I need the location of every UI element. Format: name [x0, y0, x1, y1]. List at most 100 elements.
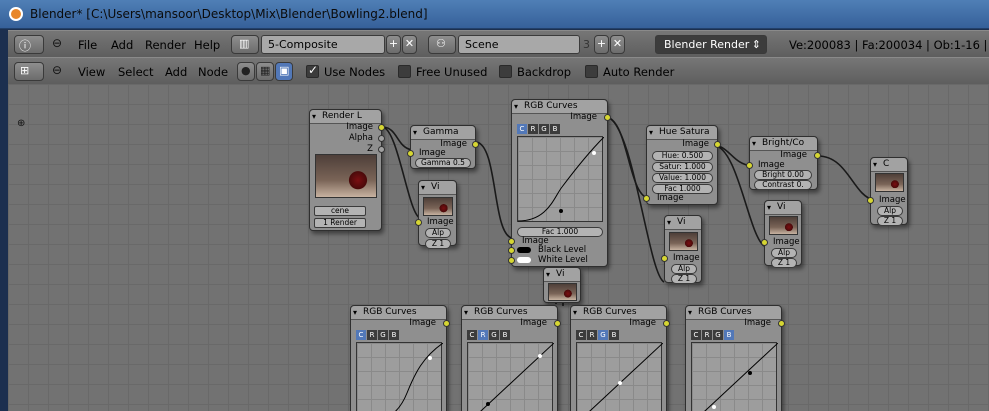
input-socket[interactable]: [508, 238, 515, 245]
render-engine-select[interactable]: Blender Render ⇕: [655, 35, 767, 54]
curve-channel-tabs[interactable]: CRGB: [691, 330, 735, 340]
menu-render[interactable]: Render: [145, 38, 186, 52]
tab-red[interactable]: R: [367, 330, 377, 340]
input-socket[interactable]: [643, 195, 650, 202]
alpha-field[interactable]: Alp: [671, 264, 697, 274]
input-socket[interactable]: [761, 239, 768, 246]
tab-red[interactable]: R: [478, 330, 488, 340]
input-socket[interactable]: [746, 162, 753, 169]
saturation-field[interactable]: Satur: 1.000: [652, 162, 713, 172]
hue-saturation-node[interactable]: Hue Satura Image Hue: 0.500 Satur: 1.000…: [643, 125, 721, 205]
render-layer-selector[interactable]: 1 Render: [314, 218, 366, 228]
menu-add[interactable]: Add: [111, 38, 133, 52]
tab-green[interactable]: G: [489, 330, 499, 340]
menu-help[interactable]: Help: [194, 38, 220, 52]
auto-render-checkbox[interactable]: [585, 65, 598, 78]
black-level-swatch[interactable]: [517, 247, 531, 253]
output-socket[interactable]: [378, 146, 385, 153]
tab-blue[interactable]: B: [389, 330, 399, 340]
curve-channel-tabs[interactable]: CRGB: [356, 330, 400, 340]
value-field[interactable]: Value: 1.000: [652, 173, 713, 183]
z-field[interactable]: Z 1: [671, 274, 697, 284]
tab-red[interactable]: R: [528, 124, 538, 134]
rgb-curves-node[interactable]: RGB Curves Image CRGB: [570, 305, 670, 411]
output-socket[interactable]: [604, 114, 611, 121]
free-unused-checkbox[interactable]: [398, 65, 411, 78]
collapse-menu-icon[interactable]: ⊖: [52, 36, 62, 50]
tab-green[interactable]: G: [539, 124, 549, 134]
alpha-field[interactable]: Alp: [425, 228, 451, 238]
input-socket[interactable]: [661, 255, 668, 262]
tab-combined[interactable]: C: [467, 330, 477, 340]
output-socket[interactable]: [378, 124, 385, 131]
alpha-field[interactable]: Alp: [771, 248, 797, 258]
add-screen-button[interactable]: +: [386, 35, 401, 54]
input-socket[interactable]: [867, 197, 874, 204]
viewer-node[interactable]: Vi Image Alp Z 1: [415, 180, 457, 249]
gamma-value-field[interactable]: Gamma 0.5: [415, 158, 471, 168]
menu-add-node[interactable]: Add: [165, 65, 187, 79]
curve-channel-tabs[interactable]: CRGB: [467, 330, 511, 340]
curve-editor[interactable]: [576, 342, 664, 411]
screen-layout-button[interactable]: ▥: [231, 35, 259, 54]
delete-screen-button[interactable]: ✕: [402, 35, 417, 54]
node-canvas[interactable]: ⊕ Render L Image Alpha Z cene 1 Render G…: [8, 84, 989, 411]
curve-channel-tabs[interactable]: CRGB: [576, 330, 620, 340]
z-field[interactable]: Z 1: [425, 239, 451, 249]
output-socket[interactable]: [443, 320, 450, 327]
scene-name-field[interactable]: Scene: [458, 35, 580, 54]
contrast-field[interactable]: Contrast 0.: [754, 180, 812, 190]
tab-blue[interactable]: B: [550, 124, 560, 134]
tab-green[interactable]: G: [598, 330, 608, 340]
z-field[interactable]: Z 1: [877, 216, 903, 226]
output-socket[interactable]: [814, 152, 821, 159]
tab-red[interactable]: R: [702, 330, 712, 340]
viewer-node[interactable]: Vi Image Alp Z 1: [661, 215, 702, 284]
hue-field[interactable]: Hue: 0.500: [652, 151, 713, 161]
z-field[interactable]: Z 1: [771, 258, 797, 268]
output-socket[interactable]: [472, 141, 479, 148]
composite-node[interactable]: C Image Alp Z 1: [867, 157, 908, 226]
delete-scene-button[interactable]: ✕: [610, 35, 625, 54]
node-editor-type-button[interactable]: ⊞: [14, 62, 44, 81]
menu-view[interactable]: View: [78, 65, 105, 79]
rgb-curves-node[interactable]: RGB Curves Image CRGB Fac 1.000 Image Bl…: [508, 99, 611, 267]
curve-channel-tabs[interactable]: CRGB: [517, 124, 561, 134]
scene-browse-button[interactable]: ⚇: [428, 35, 456, 54]
tab-combined[interactable]: C: [356, 330, 366, 340]
output-socket[interactable]: [378, 135, 385, 142]
output-socket[interactable]: [663, 320, 670, 327]
use-nodes-checkbox[interactable]: [306, 63, 319, 78]
backdrop-checkbox[interactable]: [499, 65, 512, 78]
editor-type-button[interactable]: ⓘ: [14, 35, 44, 54]
tab-combined[interactable]: C: [517, 124, 527, 134]
screen-name-field[interactable]: 5-Composite: [261, 35, 385, 54]
viewer-node[interactable]: Vi Image Alp Z 1: [761, 200, 802, 268]
tab-blue[interactable]: B: [724, 330, 734, 340]
output-socket[interactable]: [554, 320, 561, 327]
input-socket[interactable]: [415, 219, 422, 226]
texture-nodes-button[interactable]: ▦: [256, 62, 274, 81]
input-socket[interactable]: [508, 257, 515, 264]
tab-blue[interactable]: B: [500, 330, 510, 340]
bright-contrast-node[interactable]: Bright/Co Image Image Bright 0.00 Contra…: [746, 136, 821, 190]
rgb-curves-node[interactable]: RGB Curves Image CRGB: [350, 305, 450, 411]
menu-node[interactable]: Node: [198, 65, 228, 79]
tab-combined[interactable]: C: [691, 330, 701, 340]
tab-green[interactable]: G: [713, 330, 723, 340]
collapse-menu-icon[interactable]: ⊖: [52, 63, 62, 77]
render-layers-node[interactable]: Render L Image Alpha Z cene 1 Render: [309, 109, 385, 231]
tab-blue[interactable]: B: [609, 330, 619, 340]
curve-editor[interactable]: [467, 342, 555, 411]
input-socket[interactable]: [508, 247, 515, 254]
input-socket[interactable]: [407, 150, 414, 157]
viewer-node[interactable]: Vi: [543, 267, 581, 303]
white-level-swatch[interactable]: [517, 257, 531, 263]
curve-editor[interactable]: [691, 342, 779, 411]
tab-combined[interactable]: C: [576, 330, 586, 340]
menu-select[interactable]: Select: [118, 65, 153, 79]
rgb-curves-node[interactable]: RGB Curves Image CRGB: [685, 305, 785, 411]
output-socket[interactable]: [714, 141, 721, 148]
scene-selector[interactable]: cene: [314, 206, 366, 216]
output-socket[interactable]: [778, 320, 785, 327]
